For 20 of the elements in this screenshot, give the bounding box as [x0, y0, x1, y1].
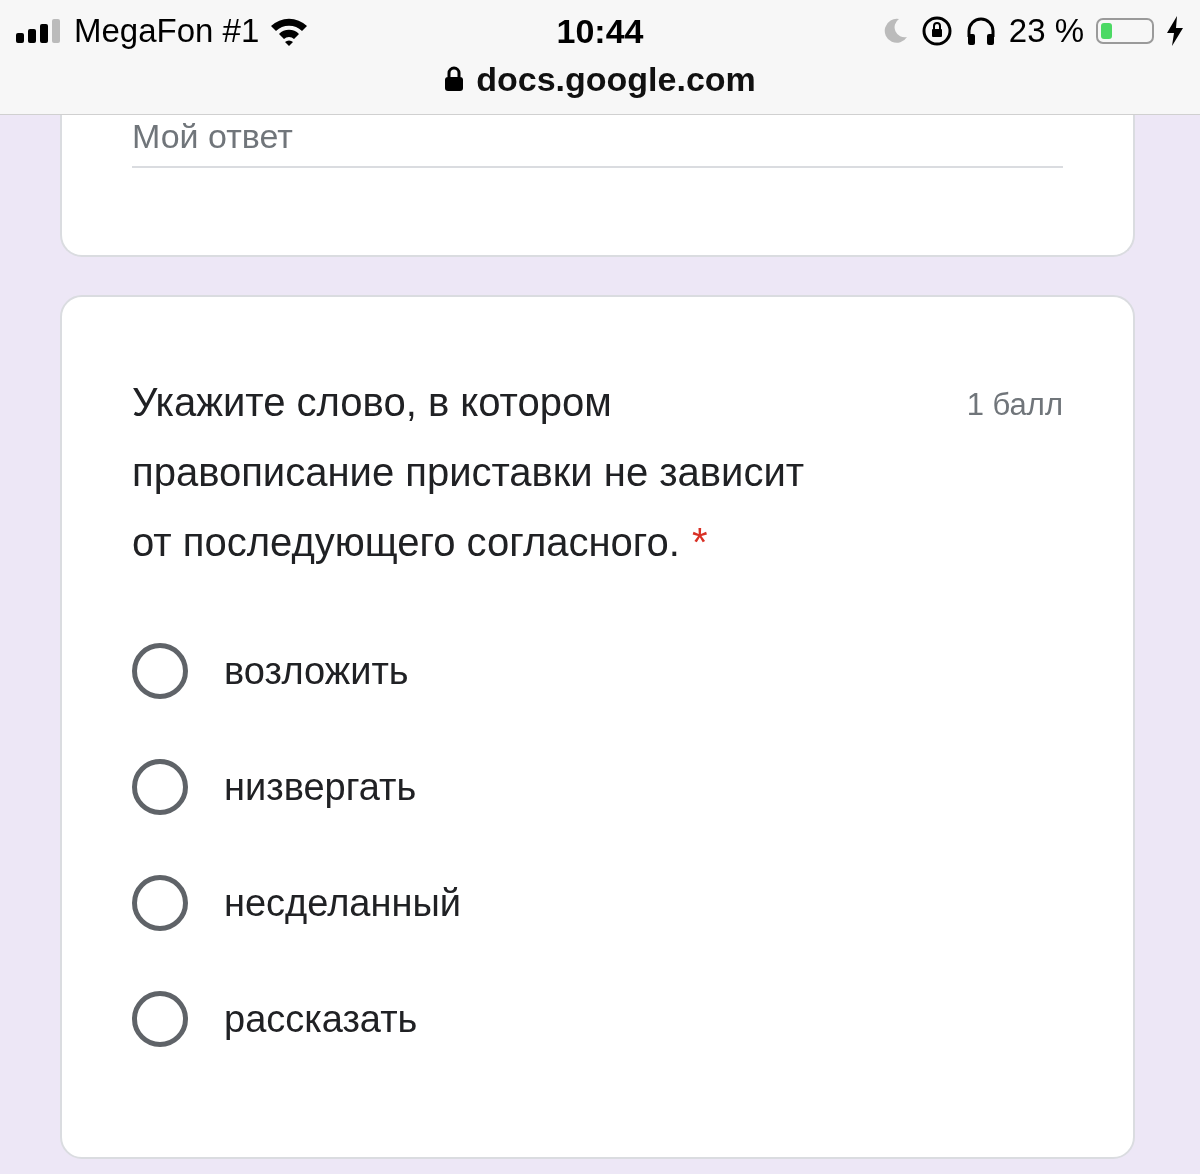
lock-icon [444, 66, 465, 92]
radio-option[interactable]: возложить [132, 643, 1063, 699]
radio-button[interactable] [132, 991, 188, 1047]
battery-percent: 23 % [1008, 12, 1084, 50]
answer-input[interactable]: Мой ответ [132, 117, 1063, 156]
carrier-name: MegaFon #1 [74, 12, 260, 50]
address-url[interactable]: docs.google.com [476, 59, 756, 99]
question-title: Укажите слово, в котором правописание приставки не зависит от последующего согласного. * [132, 379, 806, 566]
radio-button[interactable] [132, 643, 188, 699]
points-label: 1 балл [966, 387, 1063, 423]
rotation-lock-icon [920, 15, 953, 47]
radio-button[interactable] [132, 759, 188, 815]
answer-field[interactable]: Мой ответ [132, 117, 1063, 168]
radio-option[interactable]: несделанный [132, 875, 1063, 931]
battery-icon [1096, 18, 1154, 44]
radio-option[interactable]: низвергать [132, 759, 1063, 815]
wifi-icon [269, 16, 310, 46]
radio-button[interactable] [132, 875, 188, 931]
clock-time: 10:44 [556, 11, 644, 51]
radio-option[interactable]: рассказать [132, 991, 1063, 1047]
